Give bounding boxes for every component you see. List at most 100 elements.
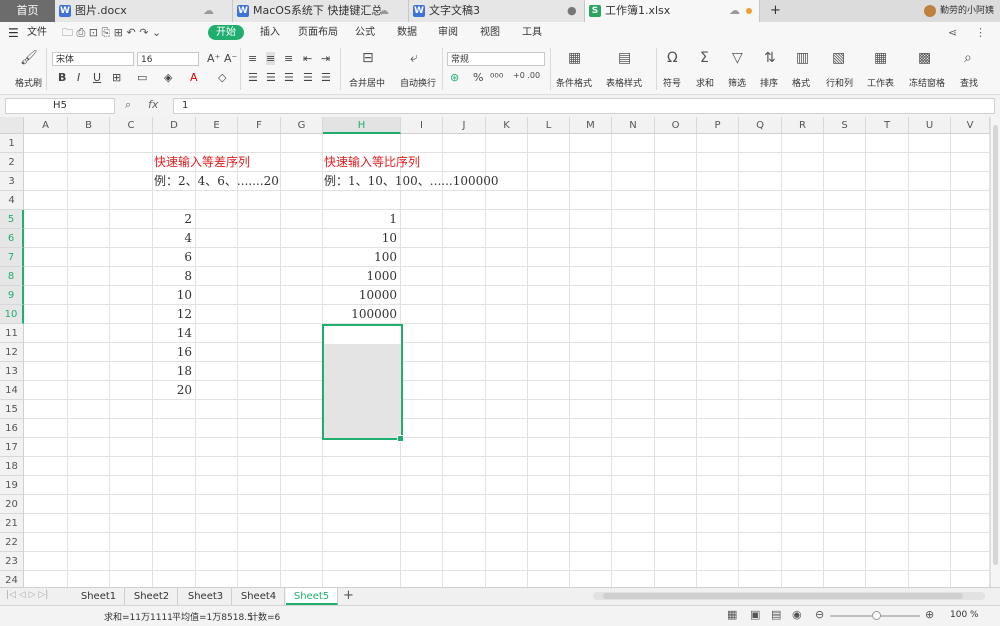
close-tab-icon[interactable]: ● — [567, 0, 577, 22]
page-layout-view-icon[interactable]: ▣ — [750, 608, 760, 621]
fill-color-icon[interactable]: ◈ — [164, 71, 172, 84]
row-header-16[interactable]: 16 — [0, 419, 24, 438]
menu-data[interactable]: 数据 — [397, 22, 417, 44]
format-icon[interactable]: ▥ — [796, 50, 809, 66]
column-header-A[interactable]: A — [24, 117, 68, 134]
tab-doc-shortcuts[interactable]: W MacOS系统下 快捷键汇总 ☁ — [233, 0, 409, 22]
menu-tools[interactable]: 工具 — [522, 22, 542, 44]
menu-page-layout[interactable]: 页面布局 — [298, 22, 338, 44]
font-size-select[interactable]: 16 — [137, 52, 199, 66]
row-header-6[interactable]: 6 — [0, 229, 24, 248]
normal-view-icon[interactable]: ▦ — [727, 608, 737, 621]
bold-icon[interactable]: B — [58, 71, 66, 84]
quick-access-toolbar[interactable]: 🗀 ⎙ ⊡ ⎘ ⊞ ↶ ↷ ⌄ — [62, 22, 161, 44]
sort-icon[interactable]: ⇅ — [764, 50, 776, 66]
row-header-20[interactable]: 20 — [0, 495, 24, 514]
column-header-E[interactable]: E — [196, 117, 238, 134]
zoom-slider-thumb[interactable] — [872, 611, 881, 620]
italic-icon[interactable]: I — [77, 71, 80, 84]
sum-label[interactable]: 求和 — [696, 76, 714, 89]
cell-D13[interactable]: 18 — [153, 362, 192, 380]
cell-D2[interactable]: 快速输入等差序列 — [154, 153, 250, 171]
thousands-icon[interactable]: ⁰⁰⁰ — [490, 71, 503, 84]
column-header-S[interactable]: S — [824, 117, 866, 134]
cell-H5[interactable]: 1 — [323, 210, 397, 228]
cell-H7[interactable]: 100 — [323, 248, 397, 266]
column-header-T[interactable]: T — [866, 117, 909, 134]
sheet-tab-sheet3[interactable]: Sheet3 — [180, 588, 232, 605]
clear-format-icon[interactable]: ◇ — [218, 71, 226, 84]
table-style-icon[interactable]: ▤ — [618, 50, 631, 66]
column-header-J[interactable]: J — [443, 117, 486, 134]
align-bottom-icon[interactable]: ≡ — [284, 52, 293, 65]
row-header-18[interactable]: 18 — [0, 457, 24, 476]
hamburger-icon[interactable]: ☰ — [8, 22, 19, 44]
menu-review[interactable]: 审阅 — [438, 22, 458, 44]
sheet-tab-sheet5[interactable]: Sheet5 — [286, 588, 338, 605]
wrap-text-icon[interactable]: ⤶ — [410, 50, 418, 66]
column-header-G[interactable]: G — [281, 117, 323, 134]
column-header-C[interactable]: C — [110, 117, 153, 134]
align-top-icon[interactable]: ≡ — [248, 52, 257, 65]
distribute-icon[interactable]: ☰ — [321, 71, 331, 84]
column-header-P[interactable]: P — [697, 117, 739, 134]
row-header-19[interactable]: 19 — [0, 476, 24, 495]
row-header-15[interactable]: 15 — [0, 400, 24, 419]
find-label[interactable]: 查找 — [960, 76, 978, 89]
fill-handle[interactable] — [397, 435, 404, 442]
column-header-H[interactable]: H — [323, 117, 401, 134]
row-header-1[interactable]: 1 — [0, 134, 24, 153]
row-header-4[interactable]: 4 — [0, 191, 24, 210]
underline-icon[interactable]: U — [93, 71, 101, 84]
align-left-icon[interactable]: ☰ — [248, 71, 258, 84]
menu-insert[interactable]: 插入 — [260, 22, 280, 44]
cell-D11[interactable]: 14 — [153, 324, 192, 342]
increase-decimal-icon[interactable]: +0 .00 — [513, 71, 540, 80]
row-header-17[interactable]: 17 — [0, 438, 24, 457]
column-header-I[interactable]: I — [401, 117, 443, 134]
freeze-panes-label[interactable]: 冻结窗格 — [909, 76, 945, 89]
table-style-label[interactable]: 表格样式 — [606, 76, 642, 89]
cell-H10[interactable]: 100000 — [323, 305, 397, 323]
menu-formula[interactable]: 公式 — [355, 22, 375, 44]
formula-input[interactable]: 1 — [173, 98, 995, 114]
rows-columns-label[interactable]: 行和列 — [826, 76, 853, 89]
filter-label[interactable]: 筛选 — [728, 76, 746, 89]
zoom-out-icon[interactable]: ⊖ — [815, 608, 824, 621]
sum-icon[interactable]: Σ — [700, 50, 709, 66]
cell-D8[interactable]: 8 — [153, 267, 192, 285]
conditional-format-icon[interactable]: ▦ — [568, 50, 581, 66]
cell-H6[interactable]: 10 — [323, 229, 397, 247]
wrap-text-label[interactable]: 自动换行 — [400, 76, 436, 89]
row-header-24[interactable]: 24 — [0, 571, 24, 587]
cell-D12[interactable]: 16 — [153, 343, 192, 361]
filter-icon[interactable]: ▽ — [732, 50, 743, 66]
column-header-U[interactable]: U — [909, 117, 951, 134]
tab-doc-text3[interactable]: W 文字文稿3 ● — [409, 0, 585, 22]
format-label[interactable]: 格式 — [792, 76, 810, 89]
cell-H2[interactable]: 快速输入等比序列 — [324, 153, 420, 171]
row-header-8[interactable]: 8 — [0, 267, 24, 286]
symbol-label[interactable]: 符号 — [663, 76, 681, 89]
share-icon[interactable]: ⋖ — [948, 22, 957, 44]
row-header-3[interactable]: 3 — [0, 172, 24, 191]
row-header-23[interactable]: 23 — [0, 552, 24, 571]
sheet-tab-sheet4[interactable]: Sheet4 — [233, 588, 285, 605]
sheet-tab-sheet1[interactable]: Sheet1 — [73, 588, 125, 605]
row-header-10[interactable]: 10 — [0, 305, 24, 324]
column-header-L[interactable]: L — [528, 117, 570, 134]
merge-center-icon[interactable]: ⊟ — [362, 50, 374, 66]
column-header-N[interactable]: N — [612, 117, 655, 134]
row-header-12[interactable]: 12 — [0, 343, 24, 362]
column-header-R[interactable]: R — [782, 117, 824, 134]
name-box[interactable]: H5 — [5, 98, 115, 114]
font-name-select[interactable]: 宋体 — [52, 52, 134, 66]
cell-H8[interactable]: 1000 — [323, 267, 397, 285]
column-header-K[interactable]: K — [486, 117, 528, 134]
indent-increase-icon[interactable]: ⇥ — [321, 52, 330, 65]
menu-view[interactable]: 视图 — [480, 22, 500, 44]
cell-H3[interactable]: 例：1、10、100、......100000 — [324, 172, 499, 190]
cell-D9[interactable]: 10 — [153, 286, 192, 304]
column-header-D[interactable]: D — [153, 117, 196, 134]
merge-center-label[interactable]: 合并居中 — [349, 76, 385, 89]
